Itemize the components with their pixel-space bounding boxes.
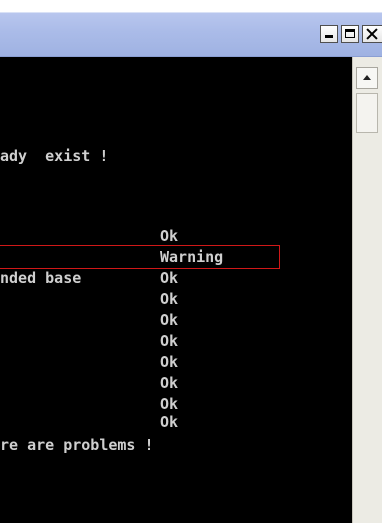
scroll-up-arrow-icon[interactable] bbox=[356, 67, 378, 89]
status-ok: Ok bbox=[160, 227, 179, 245]
status-ok: Ok bbox=[160, 374, 179, 392]
status-ok: Ok bbox=[160, 332, 179, 350]
console-line-problems: re are problems ! bbox=[0, 436, 154, 454]
minimize-button[interactable] bbox=[320, 25, 338, 43]
warning-highlight-box bbox=[0, 245, 280, 269]
maximize-button[interactable] bbox=[341, 25, 359, 43]
scroll-thumb[interactable] bbox=[356, 93, 378, 133]
console-line-extended-base: nded base bbox=[0, 269, 82, 287]
status-ok: Ok bbox=[160, 290, 179, 308]
console-line-already-exist: ady exist ! bbox=[0, 147, 109, 165]
status-ok: Ok bbox=[160, 311, 179, 329]
status-ok: Ok bbox=[160, 353, 179, 371]
console-output: ady exist ! Ok Warning nded base Ok Ok O… bbox=[0, 57, 352, 523]
status-ok: Ok bbox=[160, 395, 179, 413]
status-ok: Ok bbox=[160, 269, 179, 287]
vertical-scrollbar[interactable] bbox=[352, 57, 382, 523]
window-title-bar[interactable] bbox=[0, 12, 382, 57]
status-ok: Ok bbox=[160, 413, 179, 431]
close-button[interactable] bbox=[362, 25, 382, 43]
